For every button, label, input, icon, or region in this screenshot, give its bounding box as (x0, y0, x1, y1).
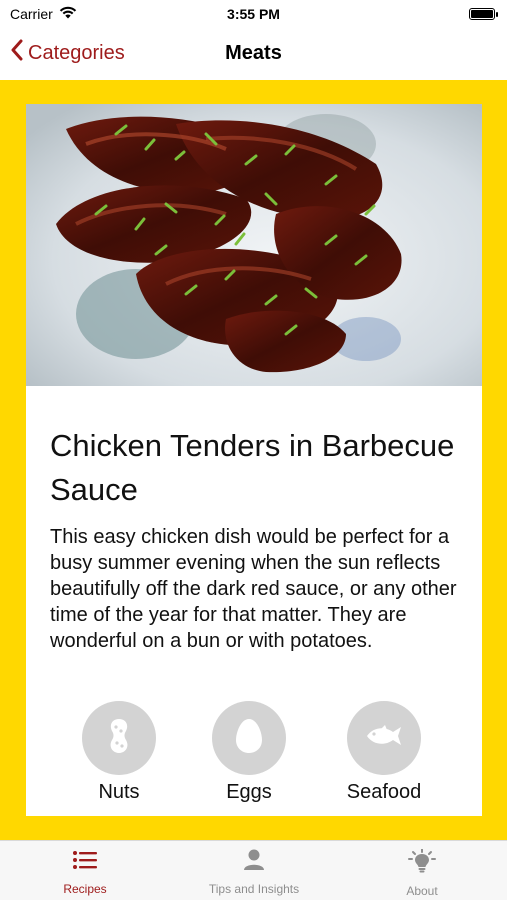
recipe-title: Chicken Tenders in Barbecue Sauce (50, 428, 455, 507)
allergen-label: Eggs (226, 781, 272, 803)
recipe-photo (26, 104, 482, 386)
navigation-bar: Categories Meats (0, 28, 507, 78)
back-button-label: Categories (28, 41, 125, 64)
allergen-circle (347, 701, 421, 775)
lightbulb-icon (407, 848, 437, 878)
allergen-eggs: Eggs (194, 701, 304, 804)
tab-label: About (406, 884, 438, 898)
allergen-circle (212, 701, 286, 775)
allergen-label: Seafood (346, 781, 422, 803)
tab-bar: Recipes Tips and Insights About (0, 840, 507, 900)
allergen-label: Nuts (98, 781, 140, 803)
tab-tips-and-insights[interactable]: Tips and Insights (184, 849, 324, 896)
allergen-circle (82, 701, 156, 775)
recipe-description: This easy chicken dish would be perfect … (50, 526, 457, 652)
status-bar: Carrier 3:55 PM (0, 0, 507, 28)
list-icon (72, 849, 98, 876)
recipe-details: Chicken Tenders in Barbecue Sauce This e… (50, 424, 460, 654)
recipe-frame: Chicken Tenders in Barbecue Sauce This e… (0, 80, 507, 840)
back-button[interactable]: Categories (10, 28, 125, 78)
allergen-list: Nuts Eggs Seafood (26, 701, 482, 811)
peanut-icon (106, 717, 132, 760)
battery-icon (469, 8, 498, 20)
chevron-left-icon (10, 39, 24, 67)
tab-about[interactable]: About (352, 848, 492, 898)
egg-icon (235, 718, 263, 759)
tab-recipes[interactable]: Recipes (15, 849, 155, 896)
recipe-card[interactable]: Chicken Tenders in Barbecue Sauce This e… (26, 104, 482, 816)
tab-label: Tips and Insights (208, 882, 300, 896)
allergen-seafood: Seafood (329, 701, 439, 804)
page-title: Meats (225, 41, 282, 64)
fish-icon (365, 724, 403, 753)
allergen-nuts: Nuts (64, 701, 174, 804)
person-icon (242, 849, 266, 876)
status-time: 3:55 PM (227, 6, 280, 22)
tab-label: Recipes (63, 882, 107, 896)
